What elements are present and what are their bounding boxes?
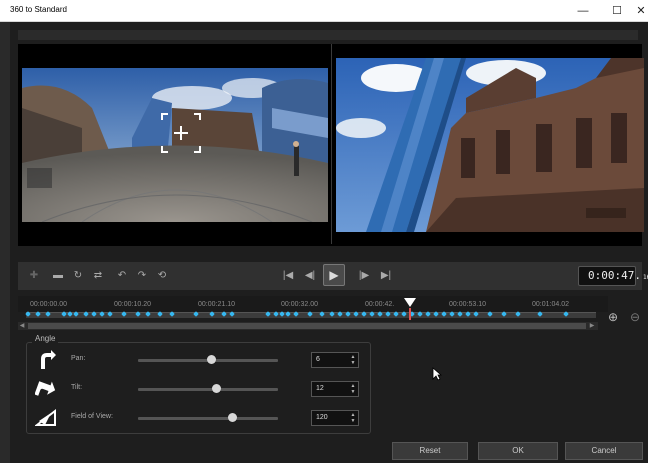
fov-label: Field of View: xyxy=(71,413,113,420)
tick-label: 00:01:04.02 xyxy=(532,301,569,308)
minimize-button[interactable]: — xyxy=(574,2,592,20)
fov-slider-knob[interactable] xyxy=(227,413,237,422)
angle-group-title: Angle xyxy=(32,334,59,343)
tilt-spinbox[interactable]: 12 ▲ ▼ xyxy=(311,381,359,397)
timeline-ruler[interactable]: 00:00:00.00 00:00:10.20 00:00:21.10 00:0… xyxy=(18,296,608,312)
preview-divider xyxy=(331,44,332,244)
pan-slider[interactable] xyxy=(138,355,278,364)
zoom-out-icon[interactable]: ⊖ xyxy=(628,310,642,324)
output-preview xyxy=(336,58,644,232)
cancel-button[interactable]: Cancel xyxy=(565,442,643,460)
tick-label: 00:00:21.10 xyxy=(198,301,235,308)
preview-area xyxy=(18,44,644,246)
timecode-frac: 16 xyxy=(642,274,648,281)
pan-spinbox[interactable]: 6 ▲ ▼ xyxy=(311,352,359,368)
close-button[interactable]: ✕ xyxy=(632,2,648,20)
next-keyframe-icon[interactable]: ↷ xyxy=(132,266,152,286)
fov-row: Field of View: 120 ▲ ▼ xyxy=(27,407,372,429)
pan-slider-knob[interactable] xyxy=(206,355,216,364)
field-of-view-icon xyxy=(35,408,56,426)
title-bar: 360 to Standard — ☐ ✕ xyxy=(0,0,648,22)
tilt-row: Tilt: 12 ▲ ▼ xyxy=(27,378,372,400)
fov-stepper-icon[interactable]: ▲ ▼ xyxy=(349,412,357,424)
timeline[interactable]: 00:00:00.00 00:00:10.20 00:00:21.10 00:0… xyxy=(18,296,642,346)
scrollbar-thumb[interactable] xyxy=(28,323,586,329)
top-strip xyxy=(18,30,638,40)
zoom-in-icon[interactable]: ⊕ xyxy=(606,310,620,324)
copy-keyframe-icon[interactable]: ⟲ xyxy=(152,266,172,286)
pan-value: 6 xyxy=(316,356,320,363)
tick-label: 00:00:32.00 xyxy=(281,301,318,308)
tilt-slider[interactable] xyxy=(138,384,278,393)
window-title: 360 to Standard xyxy=(10,5,67,14)
pan-stepper-icon[interactable]: ▲ ▼ xyxy=(349,354,357,366)
swap-keyframe-icon[interactable]: ⇄ xyxy=(88,266,108,286)
play-button[interactable]: ▶ xyxy=(323,264,345,286)
reset-button[interactable]: Reset xyxy=(392,442,468,460)
ok-button[interactable]: OK xyxy=(478,442,558,460)
timecode-display[interactable]: 0:00:47.16 xyxy=(578,266,648,286)
playback-controls: ✚ ▬ ↻ ⇄ ↶ ↷ ⟲ |◀ ◀| ▶ |▶ ▶| 0:00:47.16 xyxy=(18,262,648,290)
fov-spinbox[interactable]: 120 ▲ ▼ xyxy=(311,410,359,426)
remove-keyframe-icon[interactable]: ▬ xyxy=(48,266,68,286)
timecode-main: 0:00:47. xyxy=(588,269,641,282)
tick-label: 00:00:10.20 xyxy=(114,301,151,308)
source-360-preview[interactable] xyxy=(22,68,328,222)
reverse-keyframe-icon[interactable]: ↻ xyxy=(68,266,88,286)
tilt-stepper-icon[interactable]: ▲ ▼ xyxy=(349,383,357,395)
fov-slider[interactable] xyxy=(138,413,278,422)
add-keyframe-icon[interactable]: ✚ xyxy=(24,266,44,286)
scroll-right-icon[interactable]: ▶ xyxy=(588,322,596,330)
tilt-slider-knob[interactable] xyxy=(212,384,222,393)
next-frame-button[interactable]: |▶ xyxy=(354,266,374,286)
tick-label: 00:00:53.10 xyxy=(449,301,486,308)
tick-label: 00:00:42. xyxy=(365,301,395,308)
go-to-start-button[interactable]: |◀ xyxy=(278,266,298,286)
previous-frame-button[interactable]: ◀| xyxy=(300,266,320,286)
maximize-button[interactable]: ☐ xyxy=(608,2,626,20)
playhead-line xyxy=(409,308,411,320)
go-to-end-button[interactable]: ▶| xyxy=(376,266,396,286)
previous-keyframe-icon[interactable]: ↶ xyxy=(112,266,132,286)
tilt-icon xyxy=(35,381,56,396)
mouse-cursor-icon xyxy=(432,367,442,381)
angle-group: Pan: 6 ▲ ▼ Tilt: 12 ▲ ▼ Field of View: 1… xyxy=(26,342,371,434)
tick-label: 00:00:00.00 xyxy=(30,301,67,308)
pan-icon xyxy=(41,350,56,369)
tilt-label: Tilt: xyxy=(71,384,83,391)
timeline-scrollbar[interactable]: ◀ ▶ xyxy=(18,322,598,330)
tilt-value: 12 xyxy=(316,385,324,392)
playhead-handle[interactable] xyxy=(404,298,416,308)
fov-value: 120 xyxy=(316,414,328,421)
pan-row: Pan: 6 ▲ ▼ xyxy=(27,349,372,371)
pan-label: Pan: xyxy=(71,355,86,362)
scroll-left-icon[interactable]: ◀ xyxy=(18,322,26,330)
